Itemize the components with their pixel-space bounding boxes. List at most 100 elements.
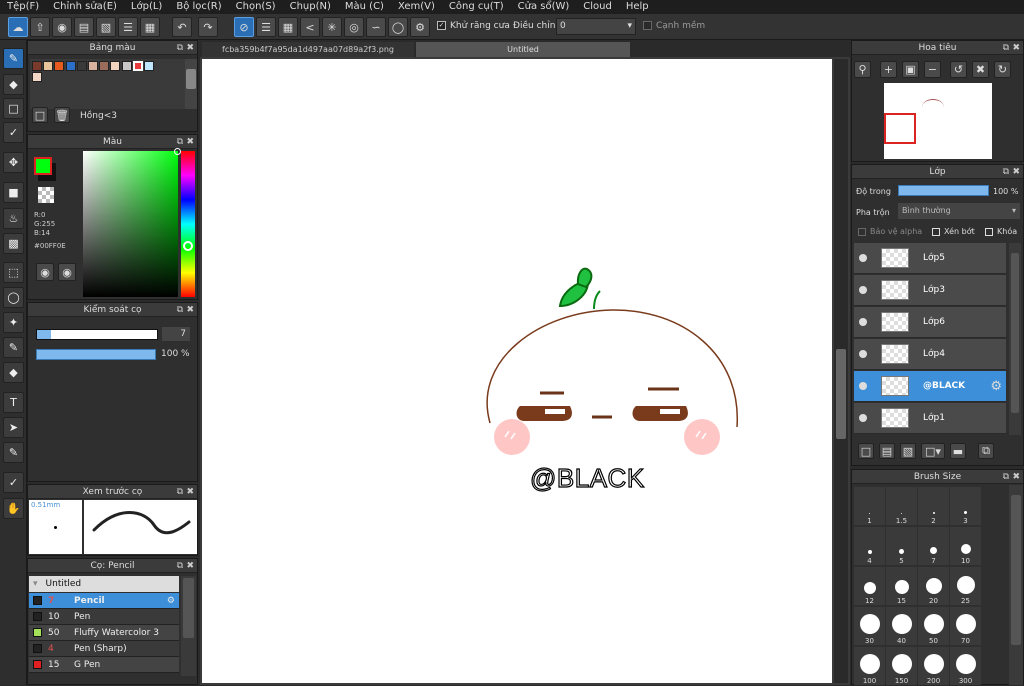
eye-icon[interactable]	[859, 382, 867, 390]
menu-item[interactable]: Chọn(S)	[229, 0, 283, 14]
radial-snap-icon[interactable]: ✳	[322, 17, 342, 37]
brush-size-cell[interactable]: 15	[886, 567, 917, 605]
protect-alpha-checkbox[interactable]	[858, 228, 866, 236]
brush-size-cell[interactable]: 100	[854, 647, 885, 685]
brush-row[interactable]: 15 G Pen	[29, 657, 179, 673]
drawing-canvas[interactable]: @BLACK	[202, 59, 832, 683]
close-icon[interactable]: ✖	[1012, 41, 1020, 55]
palette-grid[interactable]	[30, 59, 185, 109]
shape-tool-icon[interactable]: □	[3, 98, 24, 119]
size-value[interactable]: 7	[162, 327, 190, 341]
tab-image-file[interactable]: fcba359b4f7a95da1d497aa07d89a2f3.png	[202, 42, 414, 57]
palette-scrollbar[interactable]	[185, 59, 197, 109]
close-icon[interactable]: ✖	[186, 559, 194, 573]
size-slider[interactable]	[36, 329, 158, 340]
new-palette-icon[interactable]: □	[32, 107, 48, 123]
float-icon[interactable]: ⧉	[177, 485, 183, 499]
line-tool-icon[interactable]: ✓	[3, 122, 24, 143]
float-icon[interactable]: ⧉	[177, 135, 183, 149]
menu-item[interactable]: Cloud	[576, 0, 619, 14]
brush-size-cell[interactable]: 1	[854, 487, 885, 525]
brush-size-cell[interactable]: 300	[950, 647, 981, 685]
new-layer-menu-icon[interactable]: □▾	[921, 443, 945, 459]
palette-swatch[interactable]	[110, 61, 121, 71]
brush-size-cell[interactable]: 20	[918, 567, 949, 605]
new-halftone-layer-icon[interactable]: ▤	[879, 443, 895, 459]
close-icon[interactable]: ✖	[1012, 165, 1020, 179]
brush-size-cell[interactable]: 200	[918, 647, 949, 685]
palette-swatch[interactable]	[65, 61, 76, 71]
brush-size-cell[interactable]: 150	[886, 647, 917, 685]
parallel-snap-icon[interactable]: ☰	[256, 17, 276, 37]
brush-size-cell[interactable]: 50	[918, 607, 949, 645]
snap-settings-icon[interactable]: ⚙	[410, 17, 430, 37]
brush-size-cell[interactable]: 1.5	[886, 487, 917, 525]
menu-item[interactable]: Cửa sổ(W)	[511, 0, 577, 14]
close-icon[interactable]: ✖	[186, 41, 194, 55]
eye-icon[interactable]	[859, 318, 867, 326]
palette-swatch[interactable]	[32, 72, 42, 82]
layer-scrollbar[interactable]	[1009, 243, 1021, 435]
brush-list-scrollbar[interactable]	[181, 576, 196, 676]
float-icon[interactable]: ⧉	[177, 559, 183, 573]
menu-item[interactable]: Chỉnh sửa(E)	[46, 0, 124, 14]
select-tool-icon[interactable]: ☁	[8, 17, 28, 37]
adjust-select[interactable]: 0 ▾	[556, 18, 636, 35]
chat-icon[interactable]: ◉	[52, 17, 72, 37]
navigator-thumbnail[interactable]	[884, 83, 992, 159]
palette-swatch[interactable]	[32, 61, 42, 71]
vanish-snap-icon[interactable]: <	[300, 17, 320, 37]
brush-settings-icon[interactable]: ⚙	[167, 596, 175, 606]
palette-swatch[interactable]	[99, 61, 110, 71]
curve-snap-icon[interactable]: ∽	[366, 17, 386, 37]
color-mix-icon[interactable]: ◉	[58, 263, 76, 281]
text-tool-icon[interactable]: T	[3, 392, 24, 413]
brush-row[interactable]: 7 Pencil ⚙	[29, 593, 179, 609]
brush-size-cell[interactable]: 25	[950, 567, 981, 605]
close-icon[interactable]: ✖	[186, 135, 194, 149]
menu-item[interactable]: Xem(V)	[391, 0, 442, 14]
viewport-rect[interactable]	[884, 113, 916, 144]
blend-select[interactable]: Bình thường ▾	[898, 203, 1020, 219]
rotate-right-icon[interactable]: ↻	[994, 61, 1011, 78]
snap-off-icon[interactable]: ⊘	[234, 17, 254, 37]
layer-row[interactable]: Lớp6	[854, 307, 1006, 338]
undo-icon[interactable]: ↶	[172, 17, 192, 37]
brush-size-cell[interactable]: 3	[950, 487, 981, 525]
new-1bit-layer-icon[interactable]: ▧	[900, 443, 916, 459]
zoom-fit-icon[interactable]: ⚲	[854, 61, 871, 78]
eye-icon[interactable]	[859, 286, 867, 294]
close-icon[interactable]: ✖	[186, 485, 194, 499]
layer-row[interactable]: Lớp1	[854, 403, 1006, 434]
rotate-left-icon[interactable]: ↺	[950, 61, 967, 78]
smooth-checkbox[interactable]	[643, 21, 652, 30]
brush-size-cell[interactable]: 10	[950, 527, 981, 565]
layer-row[interactable]: Lớp4	[854, 339, 1006, 370]
frame-tool-icon[interactable]: ➤	[3, 417, 24, 438]
actual-size-icon[interactable]: ▣	[902, 61, 919, 78]
menu-item[interactable]: Màu (C)	[338, 0, 391, 14]
lock-checkbox[interactable]	[985, 228, 993, 236]
menu-item[interactable]: Bộ lọc(R)	[169, 0, 228, 14]
gradient-tool-icon[interactable]: ▩	[3, 233, 24, 254]
reset-view-icon[interactable]: ✖	[972, 61, 989, 78]
move-tool-icon[interactable]: ✥	[3, 152, 24, 173]
float-icon[interactable]: ⧉	[1003, 41, 1009, 55]
lasso-icon[interactable]: ◯	[3, 287, 24, 308]
palette-swatch[interactable]	[121, 61, 132, 71]
list-icon[interactable]: ☰	[118, 17, 138, 37]
duplicate-layer-icon[interactable]: ⧉	[978, 443, 994, 459]
layer-settings-icon[interactable]: ⚙	[990, 379, 1002, 394]
layer-opacity-slider[interactable]	[898, 185, 989, 196]
menu-item[interactable]: Tệp(F)	[0, 0, 46, 14]
transparent-swatch[interactable]	[38, 187, 54, 203]
menu-item[interactable]: Công cụ(T)	[442, 0, 511, 14]
opacity-slider[interactable]	[36, 349, 156, 360]
new-folder-icon[interactable]: ▬	[950, 443, 966, 459]
hue-slider[interactable]	[181, 151, 195, 297]
document-icon[interactable]: ▧	[96, 17, 116, 37]
hue-handle[interactable]	[183, 241, 193, 251]
brush-size-cell[interactable]: 12	[854, 567, 885, 605]
eye-icon[interactable]	[859, 254, 867, 262]
delete-palette-icon[interactable]: 🗑	[54, 107, 70, 123]
